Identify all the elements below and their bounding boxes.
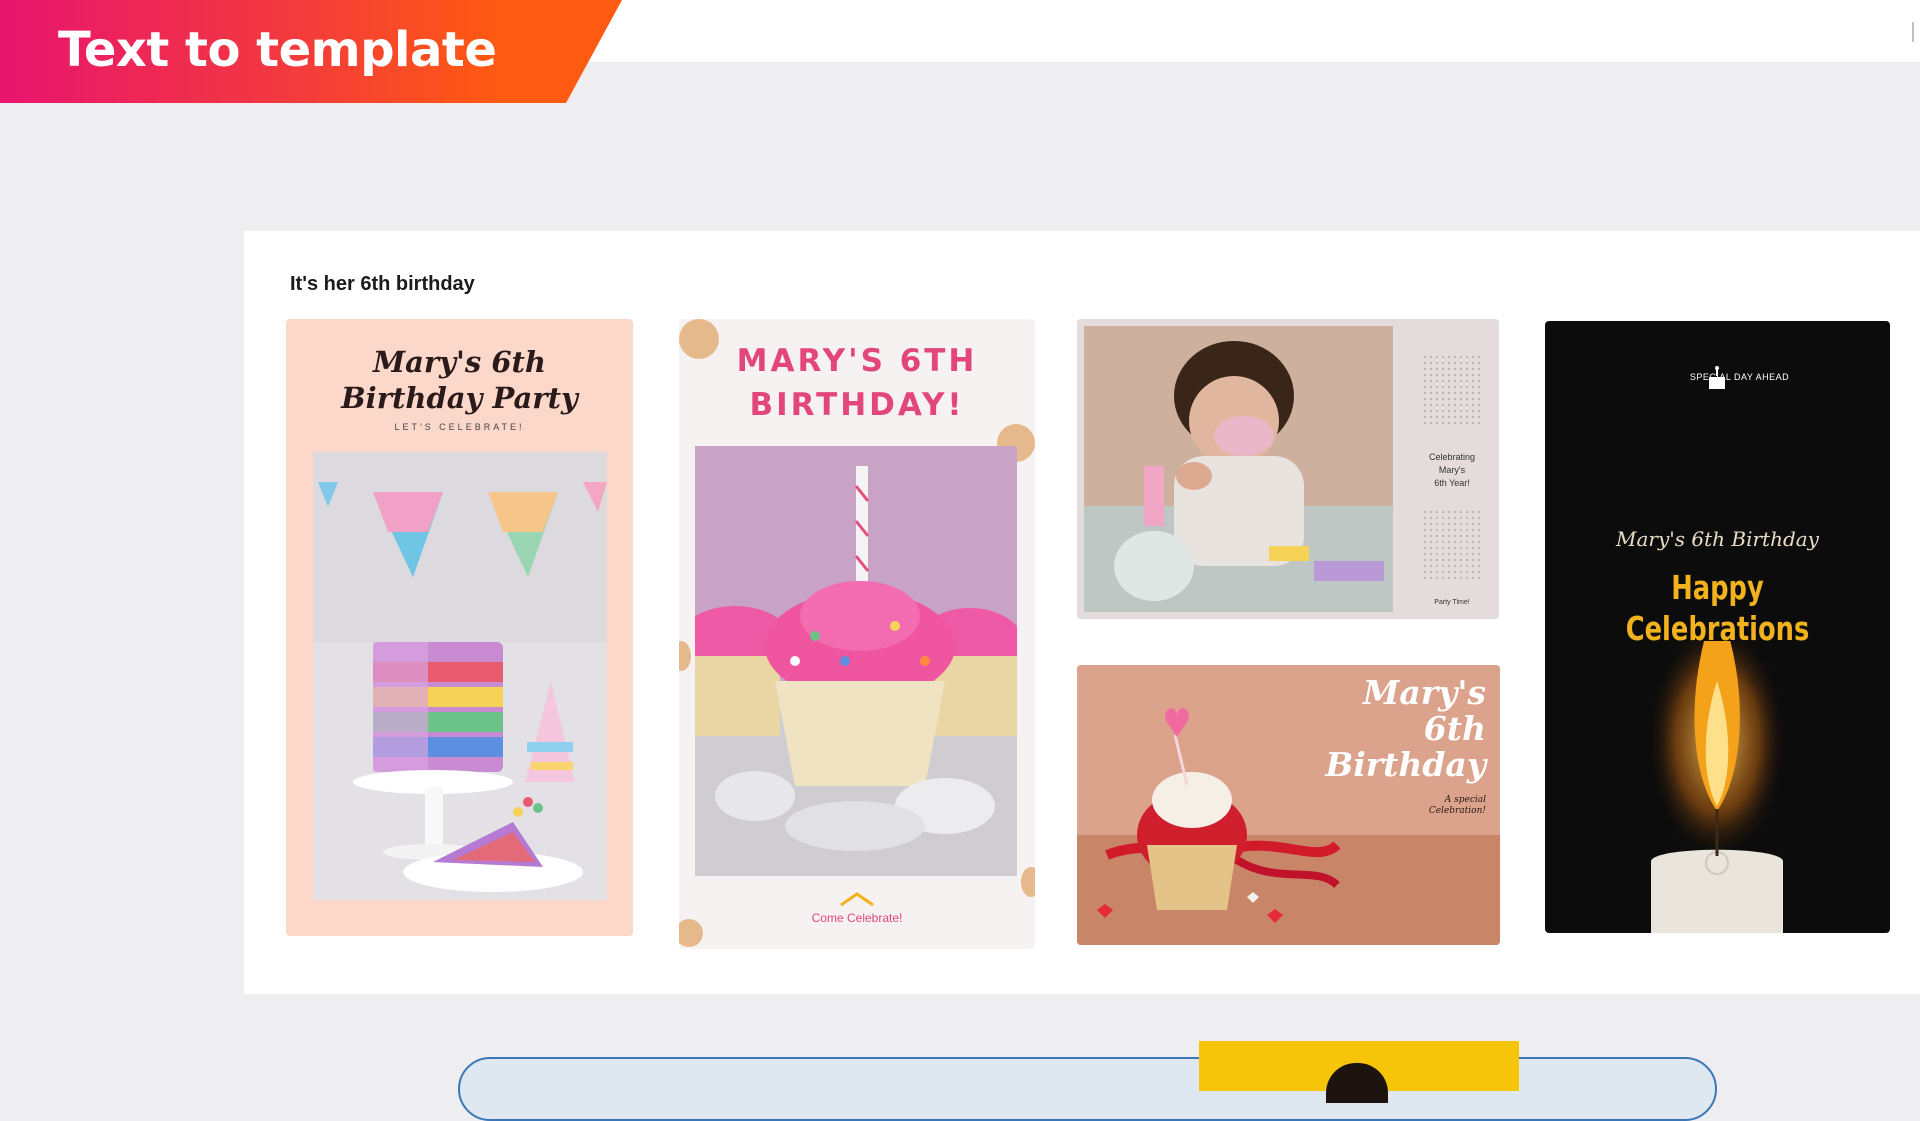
card2-footer: Come Celebrate! [811, 911, 903, 925]
card4-title-line3: Birthday [1325, 745, 1486, 784]
card5-headline-line1: Happy [1671, 568, 1764, 607]
cupcake-candle-photo [695, 446, 1017, 876]
card5-script: Mary's 6th Birthday [1616, 527, 1819, 551]
child-playing-photo [1084, 326, 1393, 612]
card4-title-line1: Mary's [1362, 673, 1486, 712]
template-card-cupcake-card[interactable]: Mary's 6th Birthday A special Celebratio… [1077, 665, 1500, 945]
pattern-top [1422, 354, 1482, 424]
card4-small-line1: A special [1444, 795, 1486, 805]
window-edge-marker [1912, 22, 1920, 42]
rainbow-cake-photo [313, 452, 607, 900]
card4-small-line2: Celebration! [1428, 806, 1486, 816]
template-card-party-invite[interactable]: Mary's 6th Birthday Party LET'S CELEBRAT… [286, 319, 633, 936]
card1-title-line1: Mary's 6th [373, 345, 546, 379]
decor-dot [679, 641, 691, 671]
card1-title-line2: Birthday Party [341, 381, 578, 415]
bottom-prompt-bar[interactable] [458, 1057, 1717, 1121]
card2-title: MARY'S 6TH BIRTHDAY! [679, 339, 1035, 427]
card5-tag: SPECIAL DAY AHEAD [1689, 372, 1790, 382]
decor-dot [1021, 867, 1035, 897]
card2-title-line1: MARY'S 6TH [736, 343, 978, 379]
card3-side-line1: Celebrating [1428, 452, 1476, 462]
card3-side-line3: 6th Year! [1434, 478, 1470, 488]
card4-title-line2: 6th [1423, 709, 1486, 748]
candle-flame-photo [1647, 641, 1787, 933]
card4-small-text: A special Celebration! [1429, 795, 1486, 817]
template-card-cupcake-poster[interactable]: MARY'S 6TH BIRTHDAY! Come Celebrate! [679, 319, 1035, 949]
pattern-bottom [1422, 509, 1482, 579]
card2-title-line2: BIRTHDAY! [749, 387, 965, 423]
template-card-photo-banner[interactable]: Celebrating Mary's 6th Year! Party Time! [1077, 319, 1499, 619]
chevron-up-icon [840, 892, 874, 907]
prompt-text: It's her 6th birthday [290, 273, 475, 295]
card1-subtitle: LET'S CELEBRATE! [394, 422, 525, 432]
card3-side-bottom: Party Time! [1434, 599, 1470, 606]
banner-title: Text to template [58, 22, 497, 78]
template-card-candle-story[interactable]: SPECIAL DAY AHEAD Mary's 6th Birthday Ha… [1545, 321, 1890, 933]
card5-headline: Happy Celebrations [1583, 567, 1852, 649]
card3-side-line2: Mary's [1438, 465, 1466, 475]
